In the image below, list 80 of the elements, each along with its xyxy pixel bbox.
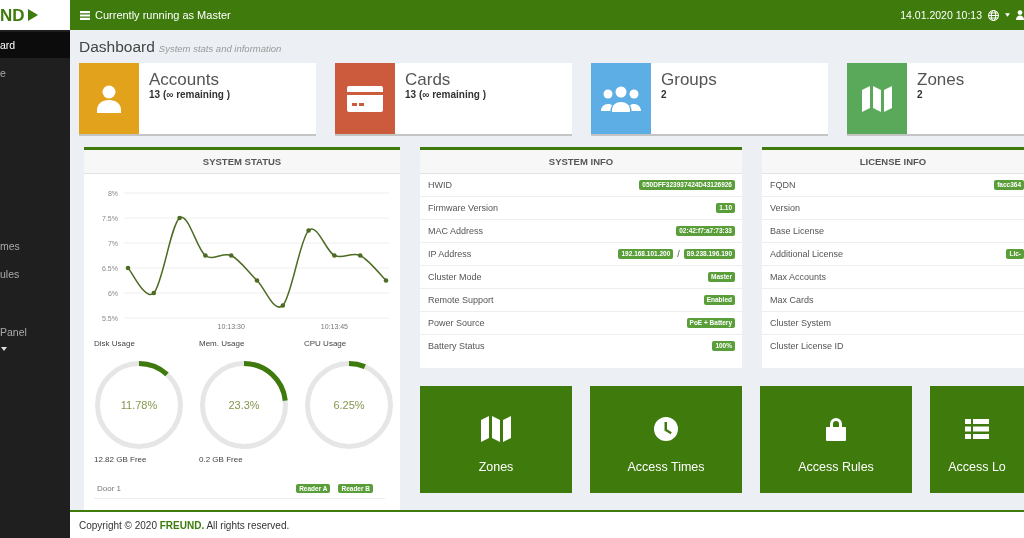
card-title: Cards [405,71,452,88]
stat-card[interactable]: Cards 13 (∞ remaining ) [335,63,572,136]
data-point [280,303,286,308]
gauge-reading: 23.3% [228,399,260,411]
card-count: 2 [917,89,924,100]
data-point [125,265,131,271]
info-label: Power Source [428,318,485,328]
page-title: Dashboard [79,38,155,56]
info-label: Cluster License ID [770,341,844,351]
card-title: Groups [661,71,717,88]
sidebar-item[interactable]: Panel [0,319,70,345]
stat-card[interactable]: Groups 2 [591,63,828,136]
info-label: Cluster System [770,318,831,328]
sidebar-item[interactable]: ard [0,32,70,58]
sidebar-item[interactable]: mes [0,233,70,259]
info-label: Remote Support [428,295,494,305]
logo-triangle-icon [27,9,38,21]
free-space-text: 12.82 GB Free [94,455,148,465]
credit-card-icon [347,85,383,112]
data-point [332,253,337,258]
status-text: Currently running as Master [95,9,231,21]
data-point [177,215,182,221]
gauge-reading: 6.25% [333,399,365,411]
stat-card[interactable]: Zones 2 [847,63,1024,136]
data-point [254,278,260,283]
nav-tile[interactable]: Access Lo [930,386,1024,493]
data-point [203,253,208,258]
group-icon [601,85,641,112]
logo-text: ND [0,6,25,24]
info-label: Max Cards [770,295,814,305]
nav-tile[interactable]: Zones [420,386,572,493]
data-point [228,253,234,258]
sidebar-item[interactable]: ules [0,261,70,287]
info-label: Battery Status [428,341,485,351]
nav-tile[interactable]: Access Times [590,386,742,493]
gauge-label: CPU Usage [304,339,348,350]
info-label: Max Accounts [770,272,827,282]
list-icon [965,416,989,442]
info-label: Firmware Version [428,203,499,213]
map-icon [481,416,511,442]
date-time: 14.01.2020 10:13 [900,9,982,21]
separator-text: / [677,249,680,259]
data-point [357,253,363,258]
free-space-text: 0.2 GB Free [199,455,244,465]
map-icon [862,85,892,112]
info-label: HWID [428,180,452,190]
card-count: 13 (∞ remaining ) [149,89,231,100]
info-label: FQDN [770,180,796,190]
info-label: Base License [770,226,825,236]
info-label: Additional License [770,249,844,259]
card-count: 13 (∞ remaining ) [405,89,487,100]
gauge-label: Disk Usage [94,339,136,350]
data-point [306,228,311,233]
copyright-text: Copyright © 2020 FREUND. All rights reserved. [79,519,290,531]
data-point [151,290,157,296]
user-icon[interactable] [1016,10,1024,20]
gauge-reading: 11.78% [120,399,158,411]
panel-title: SYSTEM STATUS [84,150,400,174]
card-title: Accounts [149,71,220,88]
nav-tile[interactable]: Access Rules [760,386,912,493]
caret-icon[interactable] [1,347,7,351]
door-label: Door 1 [97,484,121,493]
data-point [383,278,389,283]
gauge-label: Mem. Usage [199,339,246,350]
page-subtitle: System stats and information [158,43,282,54]
lock-icon [826,416,846,442]
card-title: Zones [917,71,965,88]
panel-title: SYSTEM INFO [420,150,742,174]
info-label: MAC Address [428,226,484,236]
info-label: Cluster Mode [428,272,482,282]
menu-icon[interactable] [80,10,90,20]
sidebar-item[interactable]: e [0,60,70,86]
info-label: Version [770,203,801,213]
stat-card[interactable]: Accounts 13 (∞ remaining ) [79,63,316,136]
info-label: IP Address [428,249,472,259]
clock-icon [654,416,678,442]
user-icon [97,84,121,113]
globe-icon[interactable] [988,9,999,21]
panel-title: LICENSE INFO [762,150,1024,174]
card-count: 2 [661,89,668,100]
